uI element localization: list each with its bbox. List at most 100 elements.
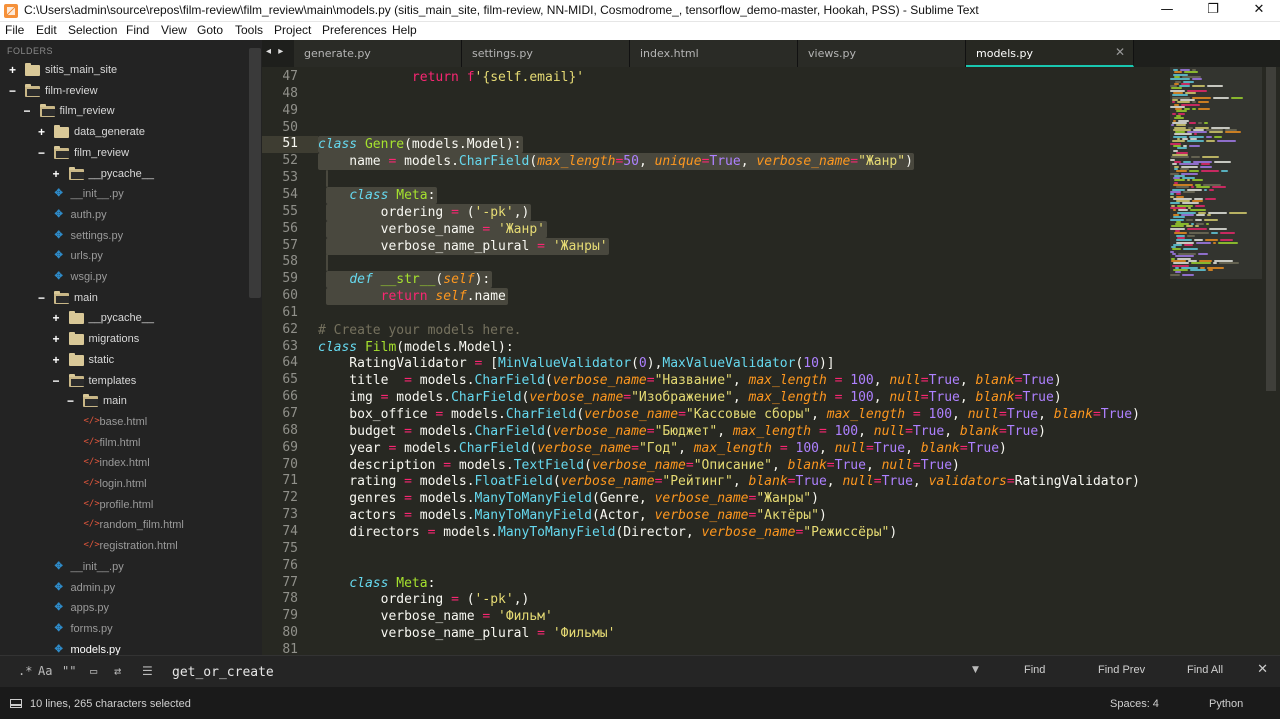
collapse-icon[interactable]: −: [24, 105, 34, 117]
menu-help[interactable]: Help: [392, 23, 417, 37]
wrap-toggle[interactable]: ▭: [90, 664, 97, 678]
highlight-matches-toggle[interactable]: ☰: [142, 664, 153, 678]
code-line[interactable]: RatingValidator = [MinValueValidator(0),…: [318, 355, 834, 372]
file-auth-py[interactable]: ✥ auth.py: [0, 206, 250, 226]
find-prev-button[interactable]: Find Prev: [1098, 664, 1145, 676]
folder-static[interactable]: + static: [0, 351, 250, 371]
editor-scrollbar[interactable]: [1266, 67, 1276, 391]
menu-selection[interactable]: Selection: [68, 23, 117, 37]
maximize-button[interactable]: ❐: [1190, 0, 1236, 22]
find-button[interactable]: Find: [1024, 664, 1045, 676]
whole-word-toggle[interactable]: "": [62, 664, 76, 678]
file-admin-py[interactable]: ✥ admin.py: [0, 579, 250, 599]
folder-data-generate[interactable]: + data_generate: [0, 123, 250, 143]
code-line[interactable]: genres = models.ManyToManyField(Genre, v…: [318, 490, 819, 507]
close-find-icon[interactable]: ✕: [1257, 662, 1268, 677]
file-init-py[interactable]: ✥ __init__.py: [0, 185, 250, 205]
code-line[interactable]: def __str__(self):: [318, 271, 490, 288]
expand-icon[interactable]: +: [53, 354, 63, 366]
file-urls-py[interactable]: ✥ urls.py: [0, 247, 250, 267]
file-profile-html[interactable]: </> profile.html: [0, 496, 250, 516]
code-line[interactable]: return self.name: [318, 288, 506, 305]
tab-generate-py[interactable]: generate.py: [294, 40, 462, 67]
code-line[interactable]: class Genre(models.Model):: [318, 136, 522, 153]
folder-film-review[interactable]: − film_review: [0, 102, 250, 122]
code-line[interactable]: year = models.CharField(verbose_name="Го…: [318, 440, 1007, 457]
code-line[interactable]: name = models.CharField(max_length=50, u…: [318, 153, 913, 170]
panel-toggle-icon[interactable]: [10, 699, 22, 708]
menu-file[interactable]: File: [5, 23, 24, 37]
expand-icon[interactable]: +: [53, 168, 63, 180]
file-wsgi-py[interactable]: ✥ wsgi.py: [0, 268, 250, 288]
file-models-py[interactable]: ✥ models.py: [0, 641, 250, 655]
close-tab-icon[interactable]: ✕: [1115, 45, 1125, 59]
code-line[interactable]: actors = models.ManyToManyField(Actor, v…: [318, 507, 826, 524]
expand-icon[interactable]: +: [9, 64, 19, 76]
folder-templates[interactable]: − templates: [0, 372, 250, 392]
code-line[interactable]: directors = models.ManyToManyField(Direc…: [318, 524, 897, 541]
folder-sitis-main-site[interactable]: + sitis_main_site: [0, 61, 250, 81]
menu-project[interactable]: Project: [274, 23, 311, 37]
code-line[interactable]: description = models.TextField(verbose_n…: [318, 457, 960, 474]
expand-icon[interactable]: +: [38, 126, 48, 138]
minimize-button[interactable]: —: [1144, 0, 1190, 22]
code-line[interactable]: verbose_name_plural = 'Жанры': [318, 238, 608, 255]
expand-icon[interactable]: +: [53, 333, 63, 345]
code-line[interactable]: class Meta:: [318, 187, 435, 204]
code-editor[interactable]: 47 return f'{self.email}' 48 49 50 51 class G…: [262, 67, 1280, 655]
close-window-button[interactable]: ✕: [1236, 0, 1280, 22]
find-all-button[interactable]: Find All: [1187, 664, 1223, 676]
collapse-icon[interactable]: −: [38, 292, 48, 304]
file-settings-py[interactable]: ✥ settings.py: [0, 227, 250, 247]
sidebar-scrollbar[interactable]: [249, 48, 261, 298]
find-input[interactable]: [162, 660, 990, 684]
tab-index-html[interactable]: index.html: [630, 40, 798, 67]
folder-film-review[interactable]: − film_review: [0, 144, 250, 164]
in-selection-toggle[interactable]: ⇄: [114, 664, 121, 678]
code-line[interactable]: ordering = ('-pk',): [318, 591, 530, 608]
code-line[interactable]: budget = models.CharField(verbose_name="…: [318, 423, 1046, 440]
folder-film-review[interactable]: − film-review: [0, 82, 250, 102]
menu-find[interactable]: Find: [126, 23, 149, 37]
collapse-icon[interactable]: −: [53, 375, 63, 387]
collapse-icon[interactable]: −: [67, 395, 77, 407]
menu-goto[interactable]: Goto: [197, 23, 223, 37]
file-registration-html[interactable]: </> registration.html: [0, 537, 250, 557]
case-sensitive-toggle[interactable]: Aa: [38, 664, 52, 678]
tab-settings-py[interactable]: settings.py: [462, 40, 630, 67]
code-line[interactable]: class Film(models.Model):: [318, 339, 514, 356]
code-line[interactable]: verbose_name = 'Жанр': [318, 221, 545, 238]
file-index-html[interactable]: </> index.html: [0, 454, 250, 474]
tab-scroll-arrows[interactable]: ◂ ▸: [266, 46, 285, 57]
code-line[interactable]: rating = models.FloatField(verbose_name=…: [318, 473, 1140, 490]
file-login-html[interactable]: </> login.html: [0, 475, 250, 495]
tab-models-py[interactable]: models.py ✕: [966, 40, 1134, 67]
minimap[interactable]: [1170, 67, 1262, 287]
code-line[interactable]: # Create your models here.: [318, 322, 522, 339]
code-line[interactable]: class Meta:: [318, 575, 435, 592]
file-film-html[interactable]: </> film.html: [0, 434, 250, 454]
code-line[interactable]: title = models.CharField(verbose_name="Н…: [318, 372, 1061, 389]
folder-migrations[interactable]: + migrations: [0, 330, 250, 350]
regex-toggle[interactable]: .*: [18, 664, 32, 678]
code-line[interactable]: verbose_name = 'Фильм': [318, 608, 553, 625]
code-line[interactable]: ordering = ('-pk',): [318, 204, 530, 221]
folder-main[interactable]: − main: [0, 289, 250, 309]
tab-views-py[interactable]: views.py: [798, 40, 966, 67]
menu-tools[interactable]: Tools: [235, 23, 263, 37]
code-line[interactable]: img = models.CharField(verbose_name="Изо…: [318, 389, 1061, 406]
code-line[interactable]: return f'{self.email}': [318, 69, 584, 86]
syntax-status[interactable]: Python: [1209, 698, 1243, 710]
file-base-html[interactable]: </> base.html: [0, 413, 250, 433]
file-init-py[interactable]: ✥ __init__.py: [0, 558, 250, 578]
collapse-icon[interactable]: −: [38, 147, 48, 159]
file-random-film-html[interactable]: </> random_film.html: [0, 516, 250, 536]
menu-view[interactable]: View: [161, 23, 187, 37]
menu-preferences[interactable]: Preferences: [322, 23, 387, 37]
expand-icon[interactable]: +: [53, 312, 63, 324]
folder-pycache[interactable]: + __pycache__: [0, 165, 250, 185]
menu-edit[interactable]: Edit: [36, 23, 57, 37]
file-apps-py[interactable]: ✥ apps.py: [0, 599, 250, 619]
find-history-dropdown[interactable]: ▼: [972, 665, 979, 675]
folder-main[interactable]: − main: [0, 392, 250, 412]
